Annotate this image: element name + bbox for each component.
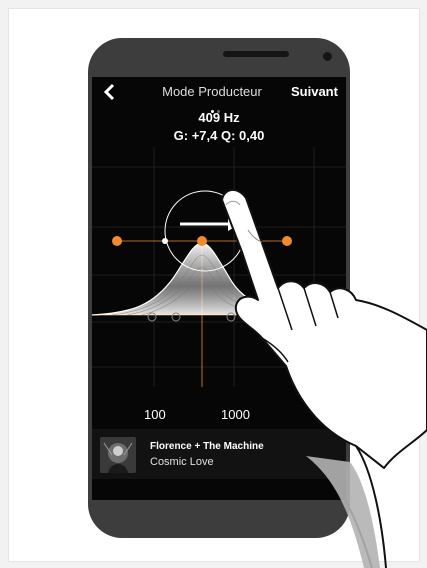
album-art [100, 437, 136, 473]
band-handle-left[interactable] [112, 236, 122, 246]
frequency-readout: 409 Hz [198, 110, 240, 125]
q-handle-left[interactable] [162, 238, 168, 244]
phone-screen: Mode Producteur Suivant 409 Hz G: +7,4 Q… [92, 77, 346, 500]
phone-device: Mode Producteur Suivant 409 Hz G: +7,4 Q… [88, 38, 350, 538]
page-title: Mode Producteur [162, 84, 262, 99]
track-artist: Florence + The Machine [150, 441, 264, 452]
eq-graph[interactable] [92, 147, 346, 387]
axis-label-1000: 1000 [221, 407, 250, 422]
track-title: Cosmic Love [150, 456, 214, 468]
band-handle-center[interactable] [197, 236, 207, 246]
top-bar: Mode Producteur Suivant [92, 77, 346, 113]
q-handle-right[interactable] [238, 238, 244, 244]
axis-label-100: 100 [144, 407, 166, 422]
next-button[interactable]: Suivant [291, 84, 338, 99]
phone-speaker [223, 51, 289, 57]
swipe-right-arrow-icon [180, 217, 240, 231]
gain-q-readout: G: +7,4 Q: 0,40 [173, 128, 265, 143]
back-button[interactable] [102, 83, 120, 103]
band-handle-right[interactable] [282, 236, 292, 246]
chevron-left-icon [103, 83, 115, 101]
eq-bell-curve [92, 243, 346, 315]
phone-camera [323, 52, 332, 61]
now-playing-bar[interactable]: Florence + The Machine Cosmic Love [92, 429, 346, 479]
